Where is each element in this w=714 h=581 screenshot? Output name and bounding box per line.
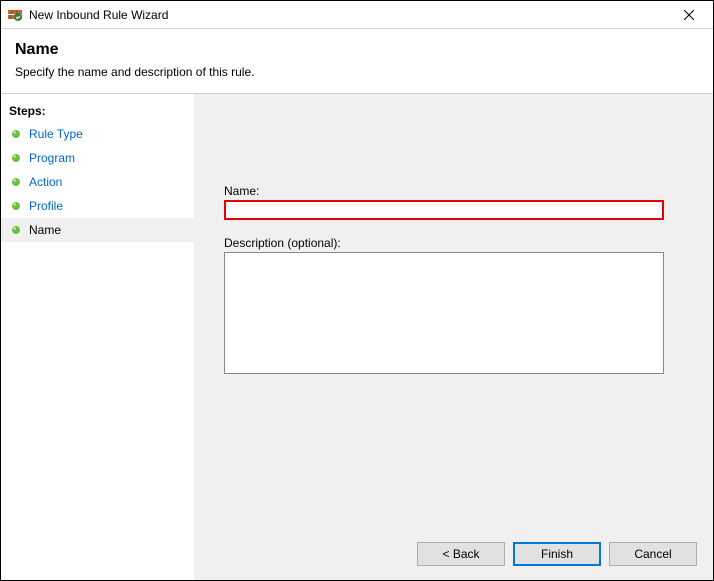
name-input[interactable] — [224, 200, 664, 220]
button-bar: < Back Finish Cancel — [417, 542, 697, 566]
step-rule-type[interactable]: Rule Type — [1, 122, 194, 146]
description-field-group: Description (optional): — [224, 236, 683, 377]
description-label: Description (optional): — [224, 236, 683, 250]
step-label: Name — [29, 223, 61, 237]
step-bullet-icon — [11, 225, 21, 235]
page-title: Name — [15, 41, 699, 59]
page-subtitle: Specify the name and description of this… — [15, 65, 699, 79]
description-textarea[interactable] — [224, 252, 664, 374]
steps-sidebar: Steps: Rule Type Program Action — [1, 94, 194, 580]
close-button[interactable] — [667, 1, 711, 29]
step-label: Rule Type — [29, 127, 83, 141]
name-field-group: Name: — [224, 184, 683, 220]
step-name[interactable]: Name — [1, 218, 194, 242]
step-label: Profile — [29, 199, 63, 213]
firewall-icon — [7, 7, 23, 23]
back-button[interactable]: < Back — [417, 542, 505, 566]
window-title: New Inbound Rule Wizard — [29, 8, 667, 22]
titlebar: New Inbound Rule Wizard — [1, 1, 713, 29]
step-profile[interactable]: Profile — [1, 194, 194, 218]
wizard-window: New Inbound Rule Wizard Name Specify the… — [0, 0, 714, 581]
steps-header: Steps: — [1, 100, 194, 122]
step-bullet-icon — [11, 153, 21, 163]
step-action[interactable]: Action — [1, 170, 194, 194]
wizard-body: Steps: Rule Type Program Action — [1, 94, 713, 580]
cancel-button[interactable]: Cancel — [609, 542, 697, 566]
main-panel: Name: Description (optional): < Back Fin… — [194, 94, 713, 580]
step-label: Program — [29, 151, 75, 165]
step-bullet-icon — [11, 177, 21, 187]
name-label: Name: — [224, 184, 683, 198]
wizard-header: Name Specify the name and description of… — [1, 29, 713, 94]
finish-button[interactable]: Finish — [513, 542, 601, 566]
step-label: Action — [29, 175, 62, 189]
step-bullet-icon — [11, 201, 21, 211]
form-area: Name: Description (optional): — [194, 94, 713, 377]
step-bullet-icon — [11, 129, 21, 139]
step-program[interactable]: Program — [1, 146, 194, 170]
close-icon — [684, 10, 694, 20]
